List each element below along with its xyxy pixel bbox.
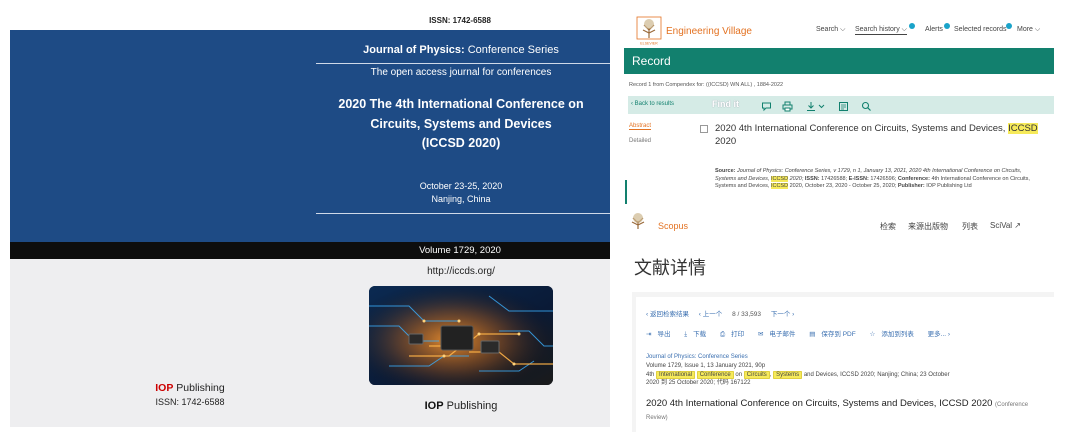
print-icon[interactable] <box>782 99 793 112</box>
ev-record-title[interactable]: 2020 4th International Conference on Cir… <box>715 122 1045 148</box>
meta-volume: Volume 1729, Issue 1, 13 January 2021, 9… <box>646 363 766 369</box>
scopus-panel: Scopus 检索 来源出版物 列表 SciVal ↗ 文献详情 ‹ 返回检索结… <box>624 210 1064 432</box>
keyword-tag: Circuits <box>743 370 770 379</box>
find-it-button[interactable]: Find it <box>712 99 739 109</box>
cover-dates: October 23-25, 2020 Nanjing, China <box>316 180 606 206</box>
keyword-tag: International <box>656 370 696 379</box>
download-icon: ⤓ <box>684 331 688 338</box>
circuit-board-image <box>369 286 553 385</box>
iop-mark-black: IOP <box>424 400 444 412</box>
prev-record-link[interactable]: ‹ 上一个 <box>699 311 722 318</box>
cover-journal-title: Journal of Physics: Conference Series <box>316 44 606 56</box>
print-icon: ⎙ <box>719 331 726 338</box>
history-badge-icon <box>909 23 915 29</box>
scopus-content-area: ‹ 返回检索结果 ‹ 上一个 8 / 33,593 下一个 › ⇥ 导出 ⤓ 下载 … <box>632 292 1054 432</box>
cover-tagline: The open access journal for conferences <box>370 67 552 78</box>
email-icon: ✉ <box>757 331 764 338</box>
download-icon[interactable] <box>806 99 826 111</box>
cover-divider-top <box>316 63 610 64</box>
cover-divider-bottom <box>316 213 610 214</box>
export-icon: ⇥ <box>646 331 652 338</box>
comment-icon[interactable] <box>761 99 772 112</box>
download-button[interactable]: ⤓ 下载 <box>684 331 712 338</box>
cover-blue-band: Journal of Physics: Conference Series Th… <box>10 30 610 250</box>
scopus-nav-search[interactable]: 检索 <box>880 221 896 232</box>
keyword-tag: Systems <box>773 370 803 379</box>
alerts-badge-icon <box>944 23 950 29</box>
pdf-icon: ▤ <box>809 331 816 338</box>
record-pager: ‹ 返回检索结果 ‹ 上一个 8 / 33,593 下一个 › <box>646 308 794 318</box>
publisher-word-left: Publishing <box>173 382 225 394</box>
conf-line-3: (ICCSD 2020) <box>421 136 501 150</box>
ev-nav-selected-records[interactable]: Selected records <box>954 26 1007 33</box>
conf-line-1: 2020 The 4th International Conference on <box>338 97 584 111</box>
screenshot-root: ISSN: 1742-6588 Journal of Physics: Conf… <box>0 0 1069 437</box>
ev-left-accent <box>625 180 627 204</box>
cover-issn-bottom: ISSN: 1742-6588 <box>155 397 225 407</box>
save-pdf-button[interactable]: ▤ 保存到 PDF <box>809 331 861 338</box>
elsevier-tree-icon: ELSEVIER <box>636 16 662 46</box>
print-button[interactable]: ⎙ 打印 <box>720 331 750 338</box>
scopus-brand[interactable]: Scopus <box>658 221 688 231</box>
star-icon: ☆ <box>869 331 876 338</box>
keyword-tag: Conference <box>696 370 734 379</box>
elsevier-tree-icon <box>626 212 650 230</box>
back-to-results-link[interactable]: ‹ Back to results <box>631 101 674 107</box>
cover-publisher-right: IOP Publishing <box>356 400 566 412</box>
source-journal-link[interactable]: Journal of Physics: Conference Series <box>646 354 748 360</box>
svg-text:ELSEVIER: ELSEVIER <box>640 42 658 46</box>
ev-nav-alerts[interactable]: Alerts <box>925 26 943 33</box>
record-counter: 8 / 33,593 <box>732 311 762 318</box>
more-button[interactable]: 更多... › <box>928 331 950 338</box>
add-to-list-button[interactable]: ☆ 添加到列表 <box>870 331 920 338</box>
ev-brand[interactable]: Engineering Village <box>666 26 752 37</box>
meta-dates: 2020 到 25 October 2020; 代码 167122 <box>646 380 751 386</box>
journal-cover: ISSN: 1742-6588 Journal of Physics: Conf… <box>10 10 610 427</box>
scopus-nav-lists[interactable]: 列表 <box>962 221 978 232</box>
scopus-action-bar: ⇥ 导出 ⤓ 下载 ⎙ 打印 ✉ 电子邮件 ▤ 保存到 PDF ☆ 添加到列表 更多... … <box>646 328 956 339</box>
iop-mark-red: IOP <box>155 382 174 394</box>
ev-side-detailed[interactable]: Detailed <box>629 138 651 144</box>
ev-side-abstract[interactable]: Abstract <box>629 123 652 130</box>
ev-source-block: Source: Journal of Physics: Conference S… <box>715 168 1030 189</box>
cover-place: Nanjing, China <box>431 194 491 204</box>
save-icon[interactable] <box>838 99 849 111</box>
scopus-nav-scival[interactable]: SciVal ↗ <box>990 221 1021 230</box>
search-icon[interactable] <box>861 99 872 111</box>
cover-volume-band: Volume 1729, 2020 <box>10 242 610 259</box>
cover-conference-title: 2020 The 4th International Conference on… <box>316 95 606 154</box>
conf-line-2: Circuits, Systems and Devices <box>370 116 552 131</box>
cover-date: October 23-25, 2020 <box>419 181 503 191</box>
journal-title-rest: Conference Series <box>464 44 559 56</box>
selected-badge-icon <box>1006 23 1012 29</box>
export-button[interactable]: ⇥ 导出 <box>646 331 676 338</box>
scopus-nav-sources[interactable]: 来源出版物 <box>908 221 948 232</box>
cover-publisher-left: IOP Publishing <box>90 382 290 394</box>
ev-record-checkbox[interactable] <box>700 125 708 133</box>
scopus-record-card: ‹ 返回检索结果 ‹ 上一个 8 / 33,593 下一个 › ⇥ 导出 ⤓ 下载 … <box>636 297 1054 432</box>
cover-url: http://iccds.org/ <box>427 266 495 277</box>
ev-nav-search[interactable]: Search ⌵ <box>816 26 845 34</box>
ev-toolbar: ‹ Back to results Find it <box>628 96 1054 114</box>
ev-record-query: Record 1 from Compendex for: ((ICCSD) WN… <box>629 82 784 88</box>
source-meta: Volume 1729, Issue 1, 13 January 2021, 9… <box>646 362 986 388</box>
cover-issn-top: ISSN: 1742-6588 <box>10 10 610 30</box>
next-record-link[interactable]: 下一个 › <box>771 311 794 318</box>
scopus-document-title: 2020 4th International Conference on Cir… <box>646 398 1029 421</box>
engineering-village-panel: ELSEVIER Engineering Village Search ⌵ Se… <box>624 10 1064 210</box>
back-to-results-link[interactable]: ‹ 返回检索结果 <box>646 311 689 318</box>
ev-nav-search-history[interactable]: Search history ⌵ <box>855 26 907 35</box>
publisher-word-right: Publishing <box>443 400 498 412</box>
document-details-heading: 文献详情 <box>634 258 706 278</box>
ev-record-header: Record <box>624 48 1054 74</box>
email-button[interactable]: ✉ 电子邮件 <box>758 331 801 338</box>
meta-conference: 4th International Conference on Circuits… <box>646 370 950 379</box>
journal-title-bold: Journal of Physics: <box>363 44 465 56</box>
ev-nav-more[interactable]: More ⌵ <box>1017 26 1040 34</box>
